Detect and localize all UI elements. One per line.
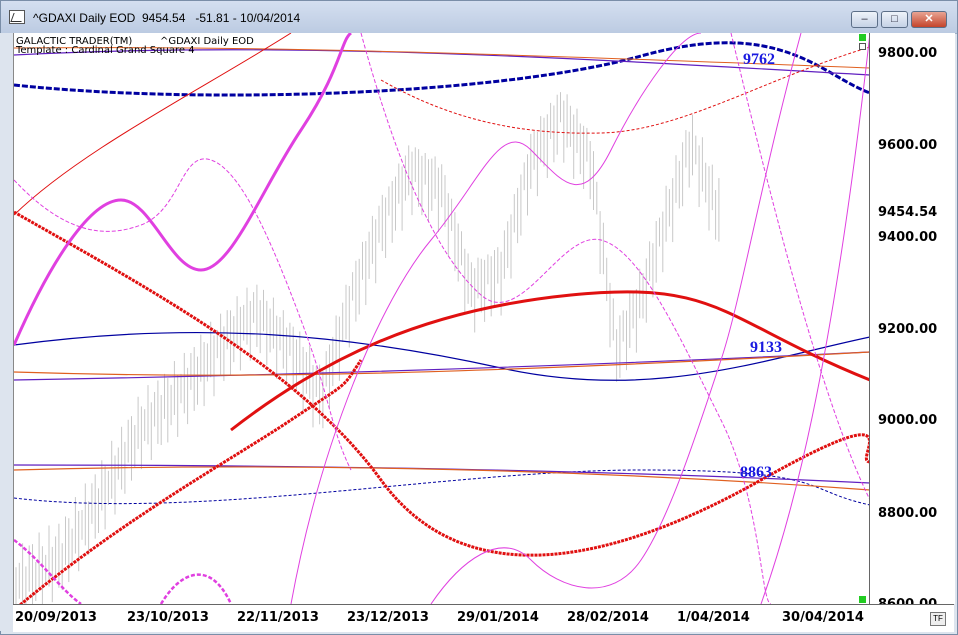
curve-red-thin — [14, 33, 292, 216]
curve-red-dotted — [14, 210, 870, 557]
header-template: Template : Cardinal Grand Square 4 — [16, 45, 195, 56]
top-marker-square[interactable] — [859, 34, 866, 41]
left-frame — [0, 33, 13, 631]
y-tick-label: 9800.00 — [878, 46, 938, 61]
title-bar[interactable]: ^GDAXI Daily EOD 9454.54 -51.81 - 10/04/… — [1, 1, 957, 34]
curve-magenta-dashed-1 — [14, 158, 352, 471]
curve-magenta-dashed-2 — [360, 33, 772, 604]
chart-app-icon[interactable] — [9, 10, 25, 24]
x-tick-label: 23/10/2013 — [127, 610, 209, 625]
x-tick-label: 22/11/2013 — [237, 610, 319, 625]
x-tick-label: 23/12/2013 — [347, 610, 429, 625]
curve-magenta-thin-3 — [760, 33, 870, 604]
curve-red-dashed-top — [380, 46, 870, 134]
y-tick-label-last: 9454.54 — [878, 205, 938, 220]
curve-navy-mid — [14, 331, 870, 381]
y-tick-label: 9400.00 — [878, 230, 938, 245]
curve-magenta-thin-1 — [290, 33, 702, 604]
chart-svg — [14, 33, 870, 604]
annotation-8863: 8863 — [740, 464, 772, 481]
annotation-9762: 9762 — [743, 51, 775, 68]
window-title: ^GDAXI Daily EOD 9454.54 -51.81 - 10/04/… — [33, 11, 301, 25]
curve-magenta-bottom — [14, 538, 82, 604]
x-tick-label: 28/02/2014 — [567, 610, 649, 625]
y-tick-label: 9200.00 — [878, 322, 938, 337]
close-button[interactable]: ✕ — [911, 11, 947, 28]
timeframe-button[interactable]: TF — [930, 612, 946, 626]
curve-magenta-dashed-3 — [730, 33, 870, 501]
curve-magenta-thin-2 — [430, 33, 802, 604]
minimize-button[interactable]: – — [851, 11, 878, 28]
curve-magenta-thick — [14, 33, 353, 346]
y-tick-label: 9600.00 — [878, 138, 938, 153]
maximize-button[interactable]: □ — [881, 11, 908, 28]
plot-area[interactable] — [13, 33, 870, 604]
y-tick-label: 9000.00 — [878, 413, 938, 428]
x-tick-label: 29/01/2014 — [457, 610, 539, 625]
config-square-icon[interactable] — [859, 43, 866, 50]
x-tick-label: 1/04/2014 — [677, 610, 750, 625]
x-tick-label: 20/09/2013 — [15, 610, 97, 625]
curve-magenta-bottom-2 — [159, 573, 233, 604]
y-tick-label: 8800.00 — [878, 506, 938, 521]
astro-curves — [14, 33, 870, 604]
annotation-9133: 9133 — [750, 339, 782, 356]
x-tick-label: 30/04/2014 — [782, 610, 864, 625]
curve-red-arc — [230, 290, 870, 432]
bottom-marker-square[interactable] — [859, 596, 866, 603]
